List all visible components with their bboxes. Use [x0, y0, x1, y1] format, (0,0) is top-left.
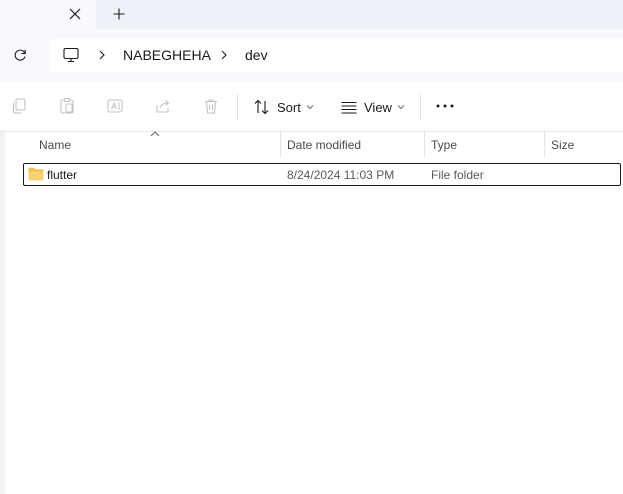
chevron-right-icon[interactable] [96, 48, 108, 62]
more-icon[interactable] [434, 97, 456, 115]
close-icon[interactable] [64, 3, 86, 25]
rename-icon[interactable] [106, 97, 124, 115]
address-box[interactable]: NABEGHEHA dev [50, 39, 623, 72]
breadcrumb-nabegheha[interactable]: NABEGHEHA [123, 47, 211, 64]
view-icon [341, 102, 357, 114]
delete-icon[interactable] [202, 97, 220, 115]
refresh-icon[interactable] [8, 43, 32, 67]
column-header-size[interactable]: Size [551, 138, 574, 152]
column-header-name[interactable]: Name [39, 138, 71, 152]
share-icon[interactable] [154, 97, 172, 115]
navigation-pane-edge [0, 132, 5, 494]
chevron-down-icon [397, 105, 405, 110]
sort-label: Sort [277, 99, 301, 115]
toolbar-separator [420, 94, 421, 120]
copy-icon[interactable] [10, 97, 28, 115]
column-divider[interactable] [544, 132, 545, 158]
plus-icon[interactable] [108, 3, 130, 25]
column-header-type[interactable]: Type [431, 138, 457, 152]
address-bar-row: NABEGHEHA dev [0, 29, 623, 82]
toolbar-separator [237, 94, 238, 120]
column-headers: Name Date modified Type Size [5, 132, 623, 158]
folder-icon [28, 167, 44, 181]
file-type: File folder [431, 168, 484, 182]
paste-icon[interactable] [58, 97, 76, 115]
chevron-right-icon[interactable] [218, 48, 230, 62]
command-bar: Sort View [0, 82, 623, 132]
breadcrumb-dev[interactable]: dev [245, 47, 268, 64]
this-pc-icon[interactable] [62, 46, 80, 64]
file-name: flutter [47, 168, 78, 182]
file-date-modified: 8/24/2024 11:03 PM [287, 168, 395, 182]
file-row[interactable]: flutter 8/24/2024 11:03 PM File folder [23, 163, 621, 186]
column-header-date[interactable]: Date modified [287, 138, 361, 152]
tab-strip [0, 0, 623, 29]
sort-button[interactable]: Sort [253, 94, 314, 120]
file-explorer-window: NABEGHEHA dev Sort View Name Date modifi… [0, 0, 623, 494]
chevron-down-icon [306, 105, 314, 110]
view-label: View [364, 99, 392, 115]
view-button[interactable]: View [340, 94, 405, 120]
column-divider[interactable] [280, 132, 281, 158]
column-divider[interactable] [424, 132, 425, 158]
sort-icon [254, 99, 269, 115]
active-tab[interactable] [0, 0, 96, 29]
